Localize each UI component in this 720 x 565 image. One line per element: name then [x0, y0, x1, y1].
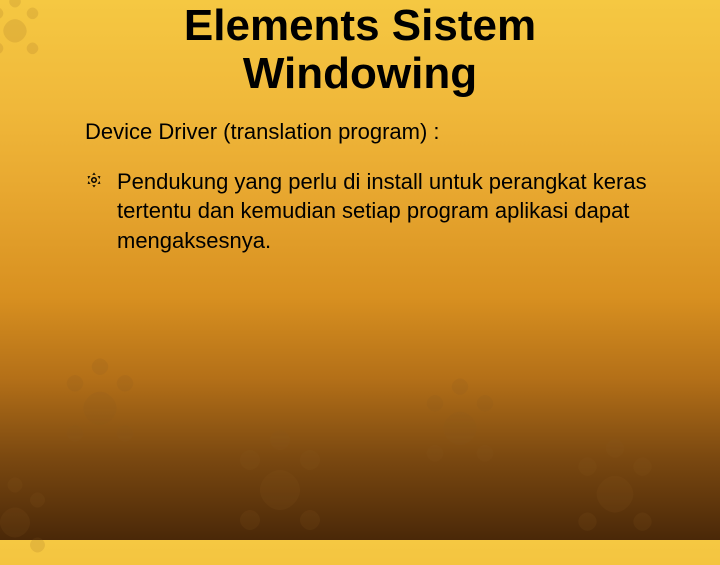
slide-title: Elements Sistem Windowing — [70, 0, 650, 119]
bullet-text: Pendukung yang perlu di install untuk pe… — [117, 167, 650, 256]
gear-icon — [85, 171, 103, 194]
slide-subtitle: Device Driver (translation program) : — [85, 119, 650, 145]
bullet-item: Pendukung yang perlu di install untuk pe… — [85, 167, 650, 256]
